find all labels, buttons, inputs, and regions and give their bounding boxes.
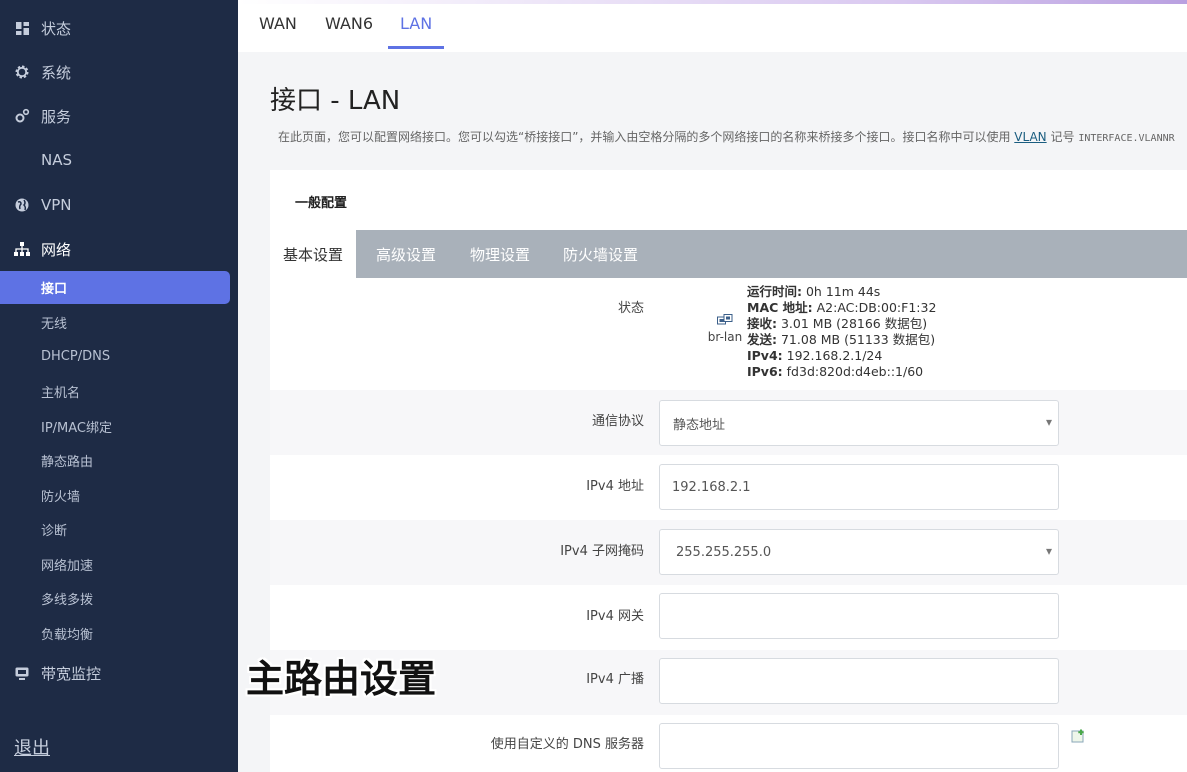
tx-key: 发送:	[747, 332, 777, 347]
monitor-icon	[12, 667, 32, 680]
uptime-value: 0h 11m 44s	[805, 284, 881, 299]
sidebar-item-label: 服务	[41, 107, 72, 126]
overlay-caption: 主路由设置	[246, 657, 437, 701]
sidebar-item-label: 状态	[41, 19, 72, 38]
interface-tabs: WAN WAN6 LAN	[238, 0, 1187, 52]
sidebar-item-ip-mac-binding[interactable]: IP/MAC绑定	[0, 410, 238, 443]
cogs-icon	[12, 108, 32, 124]
sidebar-item-label: NAS	[41, 151, 73, 169]
sidebar-item-network[interactable]: 网络	[0, 227, 238, 271]
sitemap-icon	[12, 242, 32, 256]
dns-row: 使用自定义的 DNS 服务器	[270, 715, 1187, 772]
page-description: 在此页面，您可以配置网络接口。您可以勾选“桥接接口”，并输入由空格分隔的多个网络…	[278, 128, 1187, 145]
description-text-suffix: 记号	[1050, 130, 1075, 144]
section-title: 一般配置	[295, 196, 348, 211]
sidebar-item-services[interactable]: 服务	[0, 94, 238, 138]
sidebar-item-status[interactable]: 状态	[0, 6, 238, 50]
dns-input[interactable]	[659, 723, 1059, 769]
tab-wan6[interactable]: WAN6	[325, 14, 373, 46]
ethernet-port-icon	[717, 314, 733, 325]
sidebar-item-wireless[interactable]: 无线	[0, 306, 238, 339]
sidebar-item-label: VPN	[41, 196, 72, 214]
status-details: 运行时间: 0h 11m 44s MAC 地址: A2:AC:DB:00:F1:…	[747, 284, 936, 380]
sidebar-item-nas[interactable]: NAS	[0, 138, 238, 182]
sidebar-item-interfaces[interactable]: 接口	[0, 271, 230, 304]
netmask-select[interactable]: 255.255.255.0	[659, 529, 1059, 575]
logout-link[interactable]: 退出	[14, 734, 50, 760]
uptime-key: 运行时间:	[747, 284, 802, 299]
sidebar-item-vpn[interactable]: VPN	[0, 183, 238, 227]
sidebar-item-firewall[interactable]: 防火墙	[0, 479, 238, 512]
ipv6-key: IPv6:	[747, 364, 783, 379]
description-text: 在此页面，您可以配置网络接口。您可以勾选“桥接接口”，并输入由空格分隔的多个网络…	[278, 130, 1011, 144]
netmask-label: IPv4 子网掩码	[560, 544, 644, 559]
mac-key: MAC 地址:	[747, 300, 813, 315]
mac-value: A2:AC:DB:00:F1:32	[816, 300, 937, 315]
broadcast-input[interactable]	[659, 658, 1059, 704]
device-indicator: br-lan	[705, 314, 745, 344]
netmask-value: 255.255.255.0	[676, 544, 772, 560]
vlan-link[interactable]: VLAN	[1014, 130, 1046, 144]
sidebar-item-hostnames[interactable]: 主机名	[0, 375, 238, 408]
protocol-row: 通信协议 静态地址	[270, 390, 1187, 455]
sidebar-item-multi-wan-dial[interactable]: 多线多拨	[0, 582, 238, 615]
sidebar-item-label: 网络	[41, 240, 72, 259]
gateway-label: IPv4 网关	[586, 609, 644, 624]
tab-basic-settings[interactable]: 基本设置	[270, 230, 357, 278]
ipv4-address-row: IPv4 地址 192.168.2.1	[270, 455, 1187, 520]
rx-value: 3.01 MB (28166 数据包)	[780, 316, 928, 331]
ipv4-address-value: 192.168.2.1	[672, 479, 751, 495]
tab-physical-settings[interactable]: 物理设置	[457, 230, 543, 278]
sidebar-item-label: 系统	[41, 63, 72, 82]
sidebar-item-diagnostics[interactable]: 诊断	[0, 513, 238, 546]
status-label: 状态	[617, 301, 644, 316]
dns-label: 使用自定义的 DNS 服务器	[490, 737, 644, 752]
status-row: 状态 br-lan 运行时间: 0h 11m 44s MAC 地址: A2:AC…	[270, 278, 1187, 390]
protocol-value: 静态地址	[673, 417, 726, 433]
ipv6-value: fd3d:820d:d4eb::1/60	[786, 364, 924, 379]
description-code: INTERFACE.VLANNR	[1078, 133, 1175, 144]
add-entry-icon[interactable]	[1071, 729, 1085, 743]
sidebar-item-dhcp-dns[interactable]: DHCP/DNS	[0, 340, 238, 373]
tab-firewall-settings[interactable]: 防火墙设置	[550, 230, 651, 278]
broadcast-label: IPv4 广播	[586, 672, 644, 687]
protocol-select[interactable]: 静态地址	[659, 400, 1059, 446]
ipv4-value: 192.168.2.1/24	[786, 348, 883, 363]
globe-icon	[12, 197, 32, 213]
ipv4-address-label: IPv4 地址	[586, 479, 644, 494]
page-title: 接口 - LAN	[270, 86, 401, 116]
device-name: br-lan	[707, 330, 743, 344]
tx-value: 71.08 MB (51133 数据包)	[780, 332, 936, 347]
sidebar-item-static-routes[interactable]: 静态路由	[0, 444, 238, 477]
gateway-row: IPv4 网关	[270, 585, 1187, 650]
gear-icon	[12, 64, 32, 80]
tab-wan[interactable]: WAN	[259, 14, 297, 46]
netmask-row: IPv4 子网掩码 255.255.255.0	[270, 520, 1187, 585]
sidebar-item-label: 带宽监控	[41, 664, 102, 683]
tab-lan[interactable]: LAN	[388, 14, 445, 49]
ipv4-key: IPv4:	[747, 348, 783, 363]
sidebar-item-load-balancing[interactable]: 负载均衡	[0, 617, 238, 650]
ipv4-address-input[interactable]: 192.168.2.1	[659, 464, 1059, 510]
tab-advanced-settings[interactable]: 高级设置	[363, 230, 449, 278]
sidebar-item-network-acceleration[interactable]: 网络加速	[0, 548, 238, 581]
protocol-label: 通信协议	[591, 414, 644, 429]
gateway-input[interactable]	[659, 593, 1059, 639]
sidebar: 状态 系统 服务 NAS VPN 网络 接口 无线 DHCP/DNS 主机名 I…	[0, 0, 238, 772]
rx-key: 接收:	[747, 316, 777, 331]
dashboard-icon	[12, 21, 32, 35]
config-tabs: 基本设置 高级设置 物理设置 防火墙设置	[270, 230, 1187, 278]
sidebar-item-system[interactable]: 系统	[0, 50, 238, 94]
sidebar-item-bandwidth-monitor[interactable]: 带宽监控	[0, 651, 238, 695]
